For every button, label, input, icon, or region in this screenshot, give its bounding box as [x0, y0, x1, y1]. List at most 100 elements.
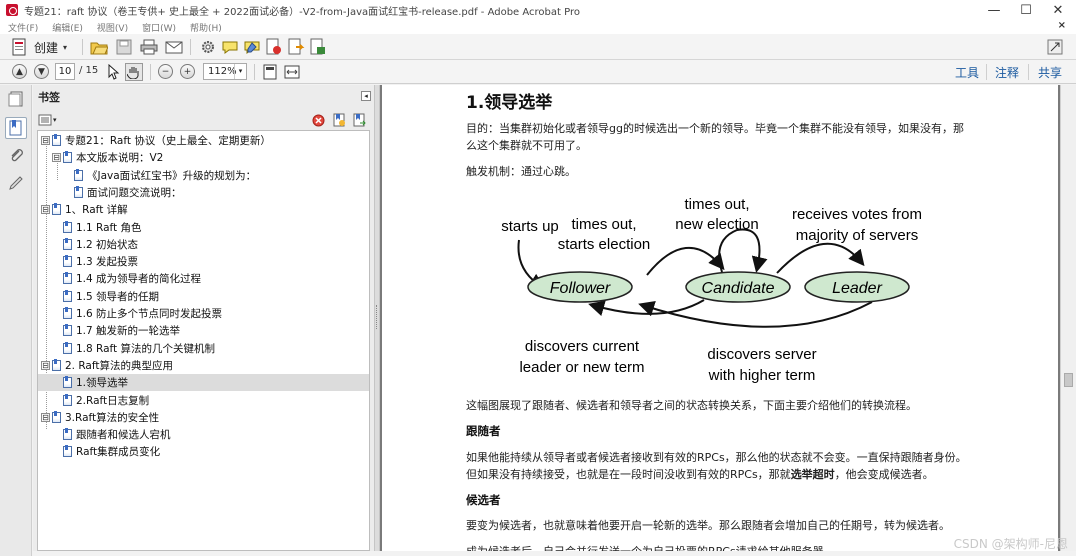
bookmark-item[interactable]: 面试问题交流说明：	[38, 184, 369, 201]
print-icon[interactable]	[140, 38, 158, 56]
bookmark-item[interactable]: ⊟ 1、Raft 详解	[38, 201, 369, 218]
csdn-watermark: CSDN @架构师-尼恩	[953, 537, 1068, 551]
attachments-paperclip-icon[interactable]	[8, 147, 24, 163]
page-thumbnails-icon[interactable]	[8, 91, 24, 107]
raft-state-diagram: Follower Candidate Leader starts up time…	[501, 196, 922, 384]
bookmark-item[interactable]: ⊟ 3.Raft算法的安全性	[38, 409, 369, 426]
bookmark-icon	[63, 255, 72, 268]
create-button[interactable]: 创建 ▾	[12, 38, 67, 56]
bookmark-expander-icon[interactable]: ⊟	[41, 205, 50, 215]
trigger-paragraph: 触发机制：通过心跳。	[466, 165, 576, 178]
bookmark-item[interactable]: 《Java面试红宝书》升级的规划为：	[38, 167, 369, 184]
previous-page-icon[interactable]: ▲	[12, 64, 27, 79]
follower-text-c: ，他会变成候选者。	[834, 468, 934, 481]
vertical-scrollbar[interactable]	[1060, 85, 1076, 551]
bookmark-item[interactable]: 1.2 初始状态	[38, 236, 369, 253]
email-icon[interactable]	[165, 38, 183, 56]
bookmarks-panel-icon[interactable]	[5, 117, 27, 139]
bookmark-item[interactable]: 1.3 发起投票	[38, 253, 369, 270]
menu-help[interactable]: 帮助(H)	[190, 21, 222, 34]
bookmark-icon	[63, 445, 72, 458]
sign-document-icon[interactable]	[265, 38, 283, 56]
minimize-button[interactable]: —	[978, 0, 1010, 20]
bookmark-expander-icon[interactable]: ⊟	[41, 136, 50, 145]
bookmark-label: 3.Raft算法的安全性	[65, 411, 160, 424]
election-timeout-emphasis: 选举超时	[790, 468, 835, 481]
bookmark-label: 1.6 防止多个节点同时发起投票	[76, 308, 223, 320]
create-label: 创建	[34, 40, 59, 55]
delete-bookmark-icon[interactable]	[312, 114, 325, 130]
zoom-dropdown-arrow[interactable]: ▾	[234, 64, 246, 79]
acrobat-window: 专题21：raft 协议（卷王专供+ 史上最全 + 2022面试必备）-V2-f…	[0, 0, 1076, 556]
protect-document-icon[interactable]	[309, 38, 327, 56]
bookmark-item[interactable]: 1.7 触发新的一轮选举	[38, 322, 369, 339]
menu-window[interactable]: 窗口(W)	[142, 21, 176, 34]
diagram-caption-paragraph: 这幅图展现了跟随者、候选者和领导者之间的状态转换关系，下面主要介绍他们的转换流程…	[466, 399, 917, 412]
bookmark-item[interactable]: 1.4 成为领导者的简化过程	[38, 270, 369, 287]
zoom-out-icon[interactable]: −	[158, 64, 173, 79]
bookmark-label: 1.8 Raft 算法的几个关键机制	[76, 342, 216, 355]
tools-pane-button[interactable]: 工具	[955, 64, 979, 81]
edge-timeout-election	[646, 246, 725, 276]
page-number-input[interactable]: 10	[55, 63, 75, 80]
select-cursor-icon[interactable]	[104, 63, 122, 81]
bookmark-item[interactable]: 1.领导选举	[38, 374, 369, 392]
menu-edit[interactable]: 编辑(E)	[52, 21, 83, 34]
collapse-panel-button[interactable]: ◂	[361, 91, 371, 101]
scrollbar-thumb[interactable]	[1064, 373, 1073, 387]
bookmark-item[interactable]: ⊟ 专题21：Raft 协议（史上最全、定期更新）	[38, 132, 369, 149]
bookmark-label: 《Java面试红宝书》升级的规划为：	[87, 169, 257, 182]
fit-width-icon[interactable]	[283, 63, 301, 81]
menu-bar: 文件(F) 编辑(E) 视图(V) 窗口(W) 帮助(H) ×	[0, 20, 1076, 34]
share-pane-button[interactable]: 共享	[1038, 64, 1062, 81]
hand-tool-icon[interactable]	[125, 63, 143, 81]
bookmark-item[interactable]: 1.6 防止多个节点同时发起投票	[38, 305, 369, 322]
toolbar-separator	[1028, 64, 1029, 80]
bookmarks-tree: ⊟ 专题21：Raft 协议（史上最全、定期更新） ⊟ 本文版本说明：V2 《Java面…	[37, 130, 370, 551]
open-folder-icon[interactable]	[90, 38, 108, 56]
bookmark-expander-icon[interactable]: ⊟	[52, 153, 61, 163]
section-heading: 1.领导选举	[466, 93, 553, 113]
bookmark-item[interactable]: Raft集群成员变化	[38, 443, 369, 460]
fit-page-icon[interactable]	[261, 63, 279, 81]
bookmark-item[interactable]: 1.1 Raft 角色	[38, 219, 369, 236]
comment-pane-button[interactable]: 注释	[995, 64, 1019, 81]
save-icon[interactable]	[115, 38, 133, 56]
maximize-button[interactable]: ☐	[1010, 0, 1042, 20]
edge-timeout-new-election	[718, 228, 768, 273]
bookmark-expander-icon[interactable]: ⊟	[41, 412, 50, 422]
bookmark-item[interactable]: ⊟ 2. Raft算法的典型应用	[38, 357, 369, 374]
zoom-select[interactable]: 112% ▾	[203, 63, 247, 80]
bookmark-item[interactable]: 跟随者和候选人宕机	[38, 426, 369, 443]
comment-bubble-icon[interactable]	[221, 38, 239, 56]
bookmark-options-button[interactable]: ▾	[38, 114, 57, 126]
next-page-icon[interactable]: ▼	[34, 64, 49, 79]
menu-file[interactable]: 文件(F)	[8, 21, 38, 34]
document-viewport[interactable]: 1.领导选举 目的：当集群初始化或者领导gg的时候选出一个新的领导。毕竟一个集群…	[380, 85, 1060, 551]
bookmark-item[interactable]: 1.8 Raft 算法的几个关键机制	[38, 340, 369, 357]
follower-paragraph-line1: 如果他能持续从领导者或者候选者接收到有效的RPCs，那么他的状态就不会变。一直保…	[466, 451, 967, 464]
new-bookmark-icon[interactable]	[332, 113, 346, 130]
bookmark-expander-icon[interactable]: ⊟	[41, 360, 50, 370]
bookmark-label: 1.1 Raft 角色	[76, 221, 142, 234]
zoom-in-icon[interactable]: +	[180, 64, 195, 79]
create-pdf-icon	[12, 38, 26, 56]
signatures-pen-icon[interactable]	[8, 175, 24, 191]
bookmark-item[interactable]: 2.Raft日志复制	[38, 392, 369, 409]
bookmark-item[interactable]: 1.5 领导者的任期	[38, 288, 369, 305]
settings-gear-icon[interactable]	[199, 38, 217, 56]
purpose-paragraph-line1: 目的：当集群初始化或者领导gg的时候选出一个新的领导。毕竟一个集群不能没有领导，…	[466, 122, 964, 135]
zoom-value: 112%	[208, 66, 237, 77]
label-timeout-new-1: times out,	[684, 196, 749, 213]
bookmarks-header: 书签 ◂	[33, 85, 374, 109]
export-document-icon[interactable]	[287, 38, 305, 56]
bookmark-label: 1.4 成为领导者的简化过程	[76, 273, 202, 286]
fullscreen-icon[interactable]	[1046, 38, 1064, 56]
expand-bookmark-icon[interactable]	[352, 113, 366, 130]
close-document-button[interactable]: ×	[1058, 20, 1066, 31]
highlight-comment-icon[interactable]	[243, 38, 261, 56]
bookmark-label: 1.7 触发新的一轮选举	[76, 325, 181, 338]
close-button[interactable]: ✕	[1042, 0, 1074, 20]
menu-view[interactable]: 视图(V)	[97, 21, 128, 34]
bookmark-item[interactable]: ⊟ 本文版本说明：V2	[38, 149, 369, 166]
